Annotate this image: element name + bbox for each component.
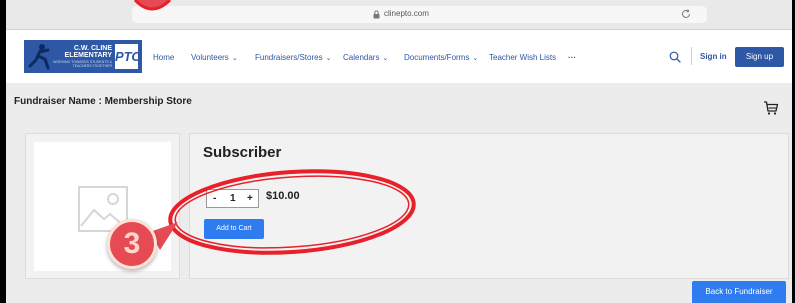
chevron-down-icon: ⌄ [231, 55, 238, 62]
nav-documents[interactable]: Documents/Forms ⌄ [404, 53, 478, 62]
nav-volunteers-label: Volunteers [191, 53, 229, 62]
browser-toolbar: clinepto.com [6, 0, 792, 30]
product-details-panel: Subscriber - 1 + $10.00 Add to Cart [189, 133, 789, 279]
logo-school-type: ELEMENTARY [64, 52, 112, 59]
nav-home[interactable]: Home [153, 53, 174, 62]
url-text: clinepto.com [384, 9, 429, 18]
sign-in-link[interactable]: Sign in [700, 52, 727, 61]
back-to-fundraiser-button[interactable]: Back to Fundraiser [692, 281, 786, 303]
page-title: Fundraiser Name : Membership Store [14, 96, 192, 107]
site-logo[interactable]: C.W. CLINE ELEMENTARY WORKING TOWARDS ST… [24, 40, 142, 73]
chevron-down-icon: ⌄ [325, 55, 332, 62]
header-divider [691, 47, 692, 65]
nav-volunteers[interactable]: Volunteers ⌄ [191, 53, 238, 62]
nav-wishlists[interactable]: Teacher Wish Lists [489, 53, 556, 62]
quantity-stepper[interactable]: - 1 + [206, 189, 259, 208]
logo-pto: PTO [115, 44, 142, 69]
add-to-cart-button[interactable]: Add to Cart [204, 219, 264, 239]
nav-calendars-label: Calendars [343, 53, 380, 62]
product-price: $10.00 [266, 190, 300, 202]
nav-fundraisers-label: Fundraisers/Stores [255, 53, 323, 62]
quantity-value[interactable]: 1 [230, 193, 236, 204]
step-number-badge: 3 [107, 219, 157, 269]
search-icon[interactable] [669, 51, 681, 63]
chevron-down-icon: ⌄ [472, 55, 479, 62]
product-image-panel [25, 133, 180, 279]
address-bar[interactable]: clinepto.com [132, 6, 707, 23]
nav-fundraisers[interactable]: Fundraisers/Stores ⌄ [255, 53, 331, 62]
nav-more[interactable]: ··· [568, 53, 576, 62]
quantity-decrement-button[interactable]: - [213, 193, 216, 204]
chevron-down-icon: ⌄ [382, 55, 389, 62]
lock-icon [373, 10, 380, 19]
sign-up-button[interactable]: Sign up [735, 47, 784, 67]
logo-tagline: WORKING TOWARDS STUDENTS & TEACHERS TOGE… [53, 60, 112, 68]
site-header: C.W. CLINE ELEMENTARY WORKING TOWARDS ST… [6, 30, 792, 83]
product-name: Subscriber [203, 144, 282, 161]
quantity-increment-button[interactable]: + [247, 193, 253, 204]
logo-school-name: C.W. CLINE [73, 45, 112, 52]
nav-documents-label: Documents/Forms [404, 53, 470, 62]
reload-icon[interactable] [680, 8, 692, 20]
cart-icon[interactable] [763, 100, 779, 116]
nav-calendars[interactable]: Calendars ⌄ [343, 53, 388, 62]
